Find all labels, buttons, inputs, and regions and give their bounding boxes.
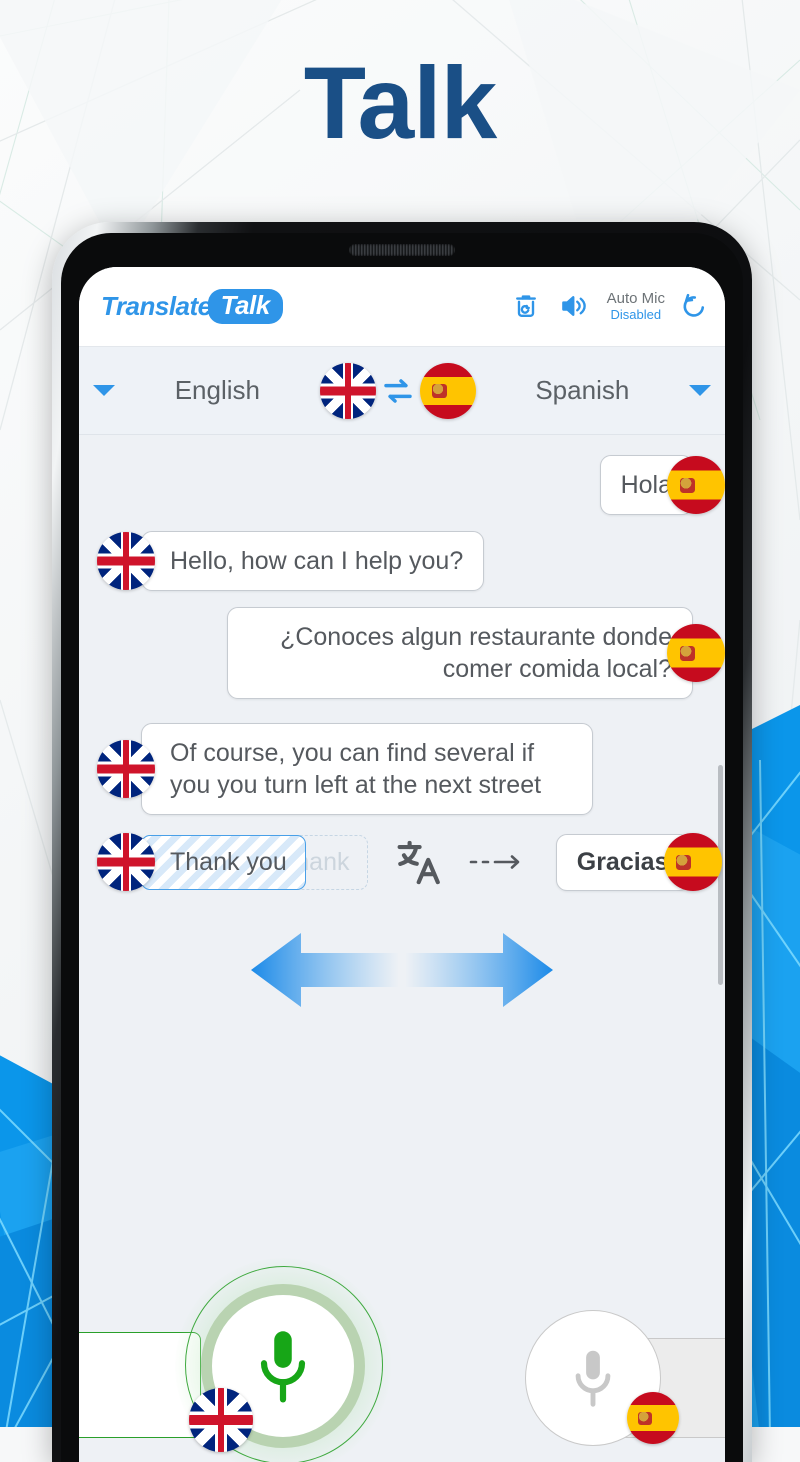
page-title: Talk bbox=[303, 46, 498, 160]
auto-mic-status[interactable]: Auto Mic Disabled bbox=[607, 291, 665, 322]
auto-mic-state: Disabled bbox=[610, 306, 662, 322]
spain-flag-badge bbox=[667, 456, 725, 514]
uk-flag-badge bbox=[97, 740, 155, 798]
message-bubble[interactable]: ¿Conoces algun restaurante donde comer c… bbox=[227, 607, 693, 699]
spain-flag-badge bbox=[667, 624, 725, 682]
chat-message-left[interactable]: Of course, you can find several if you y… bbox=[97, 723, 593, 815]
chat-message-right[interactable]: Hola bbox=[599, 455, 725, 515]
microphone-icon bbox=[575, 1350, 611, 1407]
logo-talk-pill: Talk bbox=[207, 289, 283, 324]
dashed-arrow-icon bbox=[468, 849, 530, 875]
language-selector-bar: English Spanish bbox=[79, 347, 725, 435]
arrow-left-icon bbox=[251, 933, 399, 1007]
phone-mockup: Translate Talk Auto Mic Disabled English… bbox=[52, 222, 752, 1462]
speaker-icon[interactable] bbox=[559, 291, 589, 321]
chevron-down-icon-target[interactable] bbox=[689, 385, 711, 396]
swipe-hint-arrows bbox=[79, 915, 725, 1025]
uk-flag-badge-mic bbox=[189, 1388, 253, 1452]
header-toolbar: Auto Mic Disabled bbox=[511, 291, 709, 322]
earpiece-speaker bbox=[349, 244, 455, 256]
phone-screen: Translate Talk Auto Mic Disabled English… bbox=[79, 267, 725, 1462]
refresh-icon[interactable] bbox=[679, 291, 709, 321]
chat-message-left[interactable]: Hello, how can I help you? bbox=[97, 531, 485, 591]
spain-flag-badge-mic bbox=[627, 1392, 679, 1444]
app-header: Translate Talk Auto Mic Disabled bbox=[79, 267, 725, 347]
uk-flag-badge bbox=[97, 532, 155, 590]
message-bubble[interactable]: Of course, you can find several if you y… bbox=[141, 723, 593, 815]
mic-control-zone bbox=[79, 1212, 725, 1462]
chevron-down-icon-source[interactable] bbox=[93, 385, 115, 396]
microphone-icon bbox=[260, 1331, 306, 1403]
message-bubble[interactable]: Hello, how can I help you? bbox=[141, 531, 485, 591]
source-language-label[interactable]: English bbox=[115, 375, 320, 406]
target-language-label[interactable]: Spanish bbox=[476, 375, 689, 406]
spain-flag-target[interactable] bbox=[419, 362, 476, 419]
chat-area: Hola Hello, how can I help you? ¿Conoces… bbox=[79, 435, 725, 1462]
swap-arrows-icon[interactable] bbox=[380, 373, 416, 409]
app-logo: Translate Talk bbox=[101, 289, 283, 324]
uk-flag-source[interactable] bbox=[319, 362, 376, 419]
logo-translate-text: Translate bbox=[101, 291, 212, 321]
spain-flag-badge bbox=[663, 833, 722, 891]
clear-history-icon[interactable] bbox=[511, 291, 541, 321]
translate-icon[interactable] bbox=[394, 836, 446, 888]
drag-translate-demo: Thank Thank you Gracias bbox=[97, 833, 725, 891]
phone-bezel: Translate Talk Auto Mic Disabled English… bbox=[61, 233, 743, 1462]
draggable-source-chip[interactable]: Thank you bbox=[141, 834, 306, 890]
uk-flag-badge bbox=[97, 833, 155, 891]
auto-mic-label: Auto Mic bbox=[606, 290, 665, 308]
arrow-right-icon bbox=[405, 933, 553, 1007]
chat-message-right[interactable]: ¿Conoces algun restaurante donde comer c… bbox=[227, 607, 725, 699]
